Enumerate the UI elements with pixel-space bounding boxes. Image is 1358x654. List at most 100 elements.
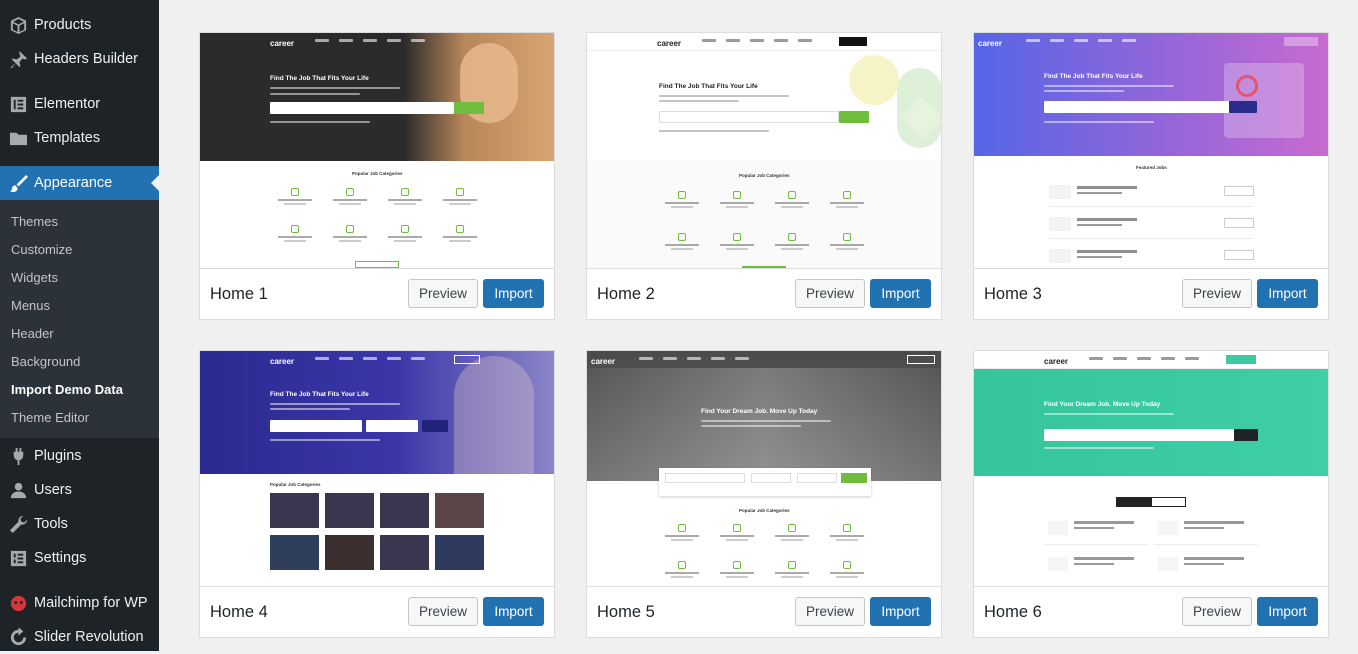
pin-icon (0, 50, 34, 69)
admin-sidebar: Products Headers Builder Elementor Templ… (0, 0, 159, 651)
demo-screenshot[interactable]: career Find The Job That Fits Your Life … (587, 33, 941, 269)
menu-item-slider-revolution[interactable]: Slider Revolution (0, 620, 159, 654)
menu-item-headers-builder[interactable]: Headers Builder (0, 42, 159, 76)
import-button[interactable]: Import (870, 597, 931, 626)
menu-label: Settings (34, 550, 87, 566)
plug-icon (0, 447, 34, 466)
demo-title: Home 2 (597, 285, 655, 303)
submenu-item-theme-editor[interactable]: Theme Editor (11, 410, 89, 425)
demo-title: Home 3 (984, 285, 1042, 303)
preview-button[interactable]: Preview (1182, 597, 1252, 626)
wrench-icon (0, 515, 34, 534)
headline: Find The Job That Fits Your Life (659, 83, 758, 90)
menu-item-plugins[interactable]: Plugins (0, 439, 159, 473)
preview-button[interactable]: Preview (795, 597, 865, 626)
menu-label: Slider Revolution (34, 629, 144, 645)
menu-item-products[interactable]: Products (0, 8, 159, 42)
logo: career (1044, 357, 1069, 366)
headline: Find The Job That Fits Your Life (270, 391, 369, 398)
demo-screenshot[interactable]: career Find The Job That Fits Your Life … (200, 33, 554, 269)
products-icon (0, 16, 34, 35)
logo: career (978, 39, 1003, 48)
hero: career Find The Job That Fits Your Life (200, 351, 554, 474)
elementor-icon (0, 95, 34, 114)
submenu-item-themes[interactable]: Themes (11, 214, 58, 229)
logo: career (270, 39, 295, 48)
demo-title: Home 5 (597, 603, 655, 621)
menu-label: Headers Builder (34, 51, 138, 67)
menu-label: Elementor (34, 96, 101, 112)
section-title: Popular Job Categories (739, 508, 790, 513)
section-title: Featured Jobs (1136, 165, 1167, 170)
submenu-item-widgets[interactable]: Widgets (11, 270, 58, 285)
headline: Find Your Dream Job. Move Up Today (701, 408, 818, 415)
hero: career Find The Job That Fits Your Life (200, 33, 554, 161)
demo-screenshot[interactable]: career Find The Job That Fits Your Life … (200, 351, 554, 587)
headline: Find Your Dream Job. Move Up Today (1044, 401, 1161, 408)
menu-label: Plugins (34, 448, 82, 464)
import-button[interactable]: Import (1257, 279, 1318, 308)
demo-title: Home 4 (210, 603, 268, 621)
menu-item-settings[interactable]: Settings (0, 541, 159, 575)
demo-card-home-2: career Find The Job That Fits Your Life … (586, 32, 942, 320)
import-button[interactable]: Import (483, 597, 544, 626)
menu-item-users[interactable]: Users (0, 473, 159, 507)
demo-footer: Home 1 Preview Import (200, 269, 554, 319)
import-button[interactable]: Import (870, 279, 931, 308)
demo-title: Home 6 (984, 603, 1042, 621)
settings-icon (0, 549, 34, 568)
menu-label: Mailchimp for WP (34, 595, 148, 611)
menu-item-mailchimp[interactable]: Mailchimp for WP (0, 586, 159, 620)
demo-screenshot[interactable]: career Find Your Dream Job. Move Up Toda… (974, 351, 1328, 587)
menu-label: Tools (34, 516, 68, 532)
submenu-item-background[interactable]: Background (11, 354, 80, 369)
preview-button[interactable]: Preview (795, 279, 865, 308)
appearance-submenu: Themes Customize Widgets Menus Header Ba… (0, 200, 159, 438)
demo-title: Home 1 (210, 285, 268, 303)
headline: Find The Job That Fits Your Life (1044, 73, 1143, 80)
hero: career Find Your Dream Job. Move Up Toda… (587, 351, 941, 481)
paintbrush-icon (0, 174, 34, 193)
section-title: Popular Job Categories (270, 482, 321, 487)
demo-footer: Home 5 Preview Import (587, 587, 941, 637)
demo-card-home-4: career Find The Job That Fits Your Life … (199, 350, 555, 638)
demo-footer: Home 2 Preview Import (587, 269, 941, 319)
demo-card-home-1: career Find The Job That Fits Your Life … (199, 32, 555, 320)
section-title: Popular Job Categories (739, 173, 790, 178)
menu-label: Products (34, 17, 92, 33)
logo: career (591, 357, 616, 366)
import-button[interactable]: Import (483, 279, 544, 308)
hero: Find Your Dream Job. Move Up Today (974, 369, 1328, 476)
demo-footer: Home 6 Preview Import (974, 587, 1328, 637)
mailchimp-icon (0, 594, 34, 613)
submenu-item-customize[interactable]: Customize (11, 242, 72, 257)
menu-label: Appearance (34, 175, 113, 191)
demo-card-home-3: career Find The Job That Fits Your Life … (973, 32, 1329, 320)
hero: career Find The Job That Fits Your Life (974, 33, 1328, 156)
preview-button[interactable]: Preview (408, 279, 478, 308)
menu-item-elementor[interactable]: Elementor (0, 87, 159, 121)
folder-icon (0, 129, 34, 148)
demo-screenshot[interactable]: career Find Your Dream Job. Move Up Toda… (587, 351, 941, 587)
submenu-item-import-demo-data[interactable]: Import Demo Data (11, 382, 123, 397)
logo: career (270, 357, 295, 366)
submenu-item-header[interactable]: Header (11, 326, 54, 341)
headline: Find The Job That Fits Your Life (270, 75, 369, 82)
demo-screenshot[interactable]: career Find The Job That Fits Your Life … (974, 33, 1328, 269)
logo: career (657, 39, 682, 48)
menu-label: Users (34, 482, 72, 498)
users-icon (0, 481, 34, 500)
menu-item-tools[interactable]: Tools (0, 507, 159, 541)
refresh-icon (0, 627, 34, 647)
preview-button[interactable]: Preview (408, 597, 478, 626)
demo-footer: Home 3 Preview Import (974, 269, 1328, 319)
section-title: Popular Job Categories (352, 171, 403, 176)
hero: career Find The Job That Fits Your Life (587, 33, 941, 161)
import-button[interactable]: Import (1257, 597, 1318, 626)
demo-footer: Home 4 Preview Import (200, 587, 554, 637)
submenu-item-menus[interactable]: Menus (11, 298, 50, 313)
preview-button[interactable]: Preview (1182, 279, 1252, 308)
demo-card-home-6: career Find Your Dream Job. Move Up Toda… (973, 350, 1329, 638)
menu-item-templates[interactable]: Templates (0, 121, 159, 155)
menu-item-appearance[interactable]: Appearance (0, 166, 159, 200)
